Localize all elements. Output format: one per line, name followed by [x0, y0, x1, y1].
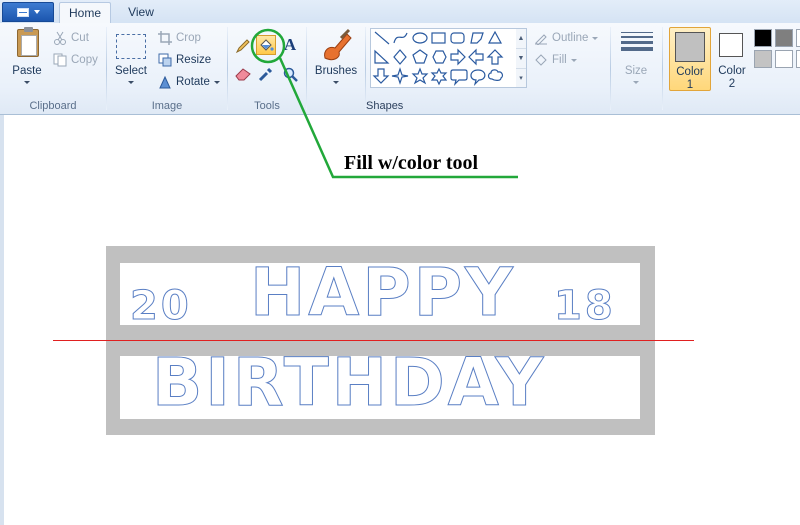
- annotation-label: Fill w/color tool: [344, 152, 479, 174]
- annotation-overlay: [250, 28, 518, 179]
- highlight-circle: [250, 28, 286, 64]
